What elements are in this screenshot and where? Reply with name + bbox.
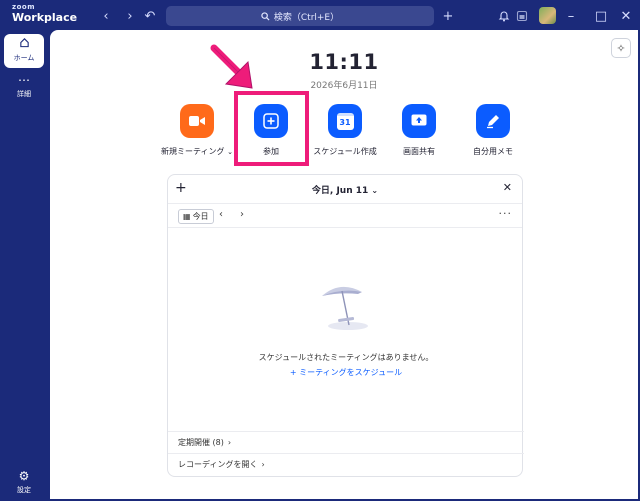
sidebar-item-label: ホーム: [13, 54, 35, 62]
sidebar-item-label: 設定: [17, 486, 31, 494]
app-logo: zoom Workplace: [12, 3, 78, 24]
avatar[interactable]: [539, 7, 556, 24]
gear-icon: ⚙: [18, 469, 30, 483]
schedule-tile: 31: [328, 104, 362, 138]
close-icon: ✕: [620, 8, 632, 24]
maximize-button[interactable]: □: [591, 6, 611, 26]
plus-icon: +: [289, 368, 300, 377]
plus-icon: [263, 113, 279, 129]
share-screen-tile: [402, 104, 436, 138]
chevron-right-icon: ›: [227, 438, 232, 447]
join-tile: [254, 104, 288, 138]
calendar-small-icon: ▦: [183, 212, 191, 221]
more-icon: ⋯: [18, 73, 30, 87]
action-label: 新規ミーティング ⌄: [161, 147, 233, 156]
brand-top: zoom: [12, 3, 35, 11]
next-day-icon[interactable]: ›: [240, 209, 244, 220]
chevron-down-icon[interactable]: ⌄: [227, 148, 233, 156]
beach-umbrella-icon: [322, 286, 368, 330]
history-icon: ↶: [144, 8, 156, 24]
action-label: 参加: [263, 147, 279, 156]
title-bar: zoom Workplace ‹ › ↶ 検索（Ctrl+E） + – □ ✕: [0, 0, 640, 32]
my-notes-tile: [476, 104, 510, 138]
calendar-date-selector[interactable]: 今日, Jun 11 ⌄: [312, 183, 378, 196]
empty-state-text: スケジュールされたミーティングはありません。: [258, 353, 434, 362]
search-placeholder: 検索（Ctrl+E）: [273, 12, 340, 23]
clock: 11:11: [309, 50, 379, 74]
search-icon: [261, 11, 270, 21]
notifications-button[interactable]: [494, 6, 514, 26]
forward-icon: ›: [127, 8, 133, 24]
annotation-arrow-icon: [210, 44, 253, 89]
chevron-down-icon: ⌄: [371, 185, 379, 195]
date: 2026年6月11日: [310, 81, 378, 91]
prev-day-icon[interactable]: ‹: [219, 209, 223, 220]
recordings-label: レコーディングを開く: [178, 460, 258, 469]
calendar-toolbar: ▦ 今日 ‹ › ···: [168, 203, 522, 228]
whiteboard-button[interactable]: [512, 6, 532, 26]
action-label: スケジュール作成: [313, 147, 377, 156]
sidebar-item-more[interactable]: ⋯ 詳細: [4, 70, 44, 104]
board-icon: [516, 10, 528, 22]
sidebar-item-settings[interactable]: ⚙ 設定: [4, 466, 44, 500]
pen-note-icon: [487, 115, 499, 129]
today-button[interactable]: ▦ 今日: [178, 209, 214, 224]
schedule-button[interactable]: 31 スケジュール作成: [308, 104, 382, 157]
minimize-button[interactable]: –: [561, 6, 581, 26]
history-button[interactable]: ↶: [140, 6, 160, 26]
my-notes-button[interactable]: 自分用メモ: [456, 104, 530, 157]
chevron-right-icon: ›: [261, 460, 265, 469]
plus-icon: +: [442, 8, 454, 24]
recurring-meetings-row[interactable]: 定期開催 (8) ›: [168, 431, 524, 453]
new-tab-button[interactable]: +: [438, 6, 458, 26]
bell-icon: [498, 11, 510, 22]
close-button[interactable]: ✕: [616, 6, 636, 26]
brand-name: Workplace: [12, 11, 78, 24]
maximize-icon: □: [594, 8, 608, 24]
more-options-icon[interactable]: ···: [499, 207, 513, 220]
sidebar: ホーム ⋯ 詳細 ⚙ 設定: [0, 32, 48, 501]
back-icon: ‹: [103, 8, 109, 24]
calendar-icon: 31: [336, 112, 354, 130]
action-label: 自分用メモ: [473, 147, 513, 156]
search-input[interactable]: 検索（Ctrl+E）: [166, 6, 434, 26]
action-label: 画面共有: [403, 147, 435, 156]
recurring-label: 定期開催 (8): [178, 438, 224, 447]
calendar-header: + 今日, Jun 11 ⌄ ✕: [168, 175, 522, 203]
home-icon: [4, 37, 44, 51]
add-event-icon[interactable]: +: [175, 180, 187, 196]
new-meeting-tile: [180, 104, 214, 138]
today-label: 今日: [192, 212, 209, 221]
new-meeting-button[interactable]: 新規ミーティング ⌄: [160, 104, 234, 157]
open-recordings-row[interactable]: レコーディングを開く ›: [168, 453, 524, 475]
back-button[interactable]: ‹: [96, 6, 116, 26]
schedule-meeting-link[interactable]: + ミーティングをスケジュール: [168, 367, 524, 378]
home-panel: ✧ 11:11 2026年6月11日 新規ミーティング ⌄ 参加 31 スケジュ…: [50, 30, 638, 499]
calendar-panel: + 今日, Jun 11 ⌄ ✕ ▦ 今日 ‹ › ··· スケジュールされたミ…: [167, 174, 524, 477]
forward-button[interactable]: ›: [120, 6, 140, 26]
join-button[interactable]: 参加: [234, 104, 308, 157]
share-screen-icon: [411, 114, 427, 126]
share-screen-button[interactable]: 画面共有: [382, 104, 456, 157]
video-camera-icon: [189, 116, 205, 126]
close-panel-icon[interactable]: ✕: [503, 181, 512, 194]
minimize-icon: –: [567, 8, 575, 24]
sidebar-item-label: 詳細: [17, 90, 31, 98]
sidebar-item-home[interactable]: ホーム: [4, 34, 44, 68]
